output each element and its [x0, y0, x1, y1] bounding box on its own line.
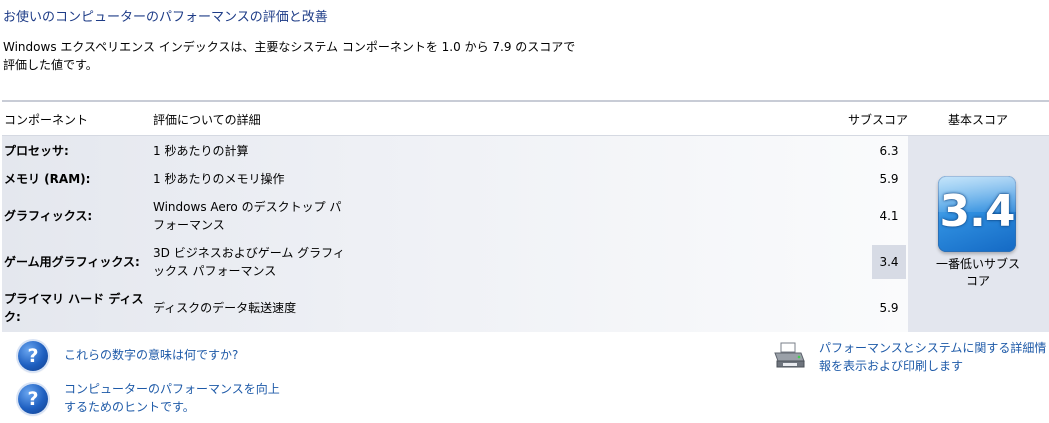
component-detail: 1 秒あたりの計算	[153, 144, 249, 158]
component-detail: Windows Aero のデスクトップ パ フォーマンス	[153, 198, 363, 234]
tips-link-line-1: コンピューターのパフォーマンスを向上	[64, 382, 280, 396]
tips-link-line-2: するためのヒントです。	[64, 400, 195, 414]
component-name-line-2: ク:	[4, 310, 21, 324]
subscore-value: 4.1	[879, 209, 899, 223]
detail-line-2: ックス パフォーマンス	[153, 264, 277, 278]
column-header-component: コンポーネント	[4, 113, 89, 127]
component-name: プライマリ ハード ディス ク:	[4, 290, 144, 326]
table-row-memory: メモリ (RAM): 1 秒あたりのメモリ操作 5.9	[2, 168, 908, 190]
column-header-detail: 評価についての詳細	[153, 113, 261, 127]
column-header-basescore: 基本スコア	[948, 113, 1009, 127]
component-name: ゲーム用グラフィックス:	[4, 255, 140, 269]
table-row-gaming-graphics: ゲーム用グラフィックス: 3D ビジネスおよびゲーム グラフィ ックス パフォー…	[2, 242, 908, 282]
print-details-link[interactable]: パフォーマンスとシステムに関する詳細情 報を表示および印刷します	[819, 339, 1046, 375]
performance-tips-link[interactable]: コンピューターのパフォーマンスを向上 するためのヒントです。	[64, 380, 280, 416]
printer-icon[interactable]	[772, 341, 806, 371]
detail-line-2: フォーマンス	[153, 218, 225, 232]
description-line-1: Windows エクスペリエンス インデックスは、主要なシステム コンポーネント…	[3, 40, 576, 54]
table-row-processor: プロセッサ: 1 秒あたりの計算 6.3	[2, 140, 908, 162]
table-row-primary-disk: プライマリ ハード ディス ク: ディスクのデータ転送速度 5.9	[2, 288, 908, 328]
question-icon[interactable]: ?	[18, 384, 48, 414]
table-row-graphics: グラフィックス: Windows Aero のデスクトップ パ フォーマンス 4…	[2, 196, 908, 236]
page-description: Windows エクスペリエンス インデックスは、主要なシステム コンポーネント…	[3, 38, 603, 74]
component-name: プロセッサ:	[4, 144, 69, 158]
question-icon[interactable]: ?	[18, 341, 48, 371]
base-score-label: 一番低いサブス コア	[928, 256, 1028, 290]
print-link-line-2: 報を表示および印刷します	[819, 359, 964, 373]
subscore-value: 6.3	[879, 144, 899, 158]
what-do-numbers-mean-link[interactable]: これらの数字の意味は何ですか?	[64, 346, 238, 364]
base-score-value: 3.4	[939, 186, 1016, 237]
lowest-subscore-value: 3.4	[872, 245, 906, 279]
component-detail: ディスクのデータ転送速度	[153, 301, 297, 315]
table-header: コンポーネント 評価についての詳細 サブスコア 基本スコア	[2, 102, 1049, 136]
column-header-subscore: サブスコア	[848, 113, 909, 127]
page-title: お使いのコンピューターのパフォーマンスの評価と改善	[3, 10, 328, 25]
subscore-value: 5.9	[879, 301, 899, 315]
description-line-2: 評価した値です。	[3, 58, 98, 72]
detail-line-1: Windows Aero のデスクトップ パ	[153, 200, 342, 214]
base-score-badge: 3.4	[938, 176, 1016, 252]
component-detail: 1 秒あたりのメモリ操作	[153, 172, 285, 186]
score-table: コンポーネント 評価についての詳細 サブスコア 基本スコア プロセッサ: 1 秒…	[2, 100, 1049, 332]
base-score-label-line-2: コア	[965, 274, 990, 288]
component-detail: 3D ビジネスおよびゲーム グラフィ ックス パフォーマンス	[153, 244, 363, 280]
table-body: プロセッサ: 1 秒あたりの計算 6.3 メモリ (RAM): 1 秒あたりのメ…	[2, 136, 908, 332]
base-score-label-line-1: 一番低いサブス	[935, 257, 1020, 271]
component-name: グラフィックス:	[4, 209, 93, 223]
component-name: メモリ (RAM):	[4, 172, 91, 186]
detail-line-1: 3D ビジネスおよびゲーム グラフィ	[153, 246, 345, 260]
component-name-line-1: プライマリ ハード ディス	[4, 292, 144, 306]
subscore-value: 5.9	[879, 172, 899, 186]
print-link-line-1: パフォーマンスとシステムに関する詳細情	[819, 341, 1047, 355]
